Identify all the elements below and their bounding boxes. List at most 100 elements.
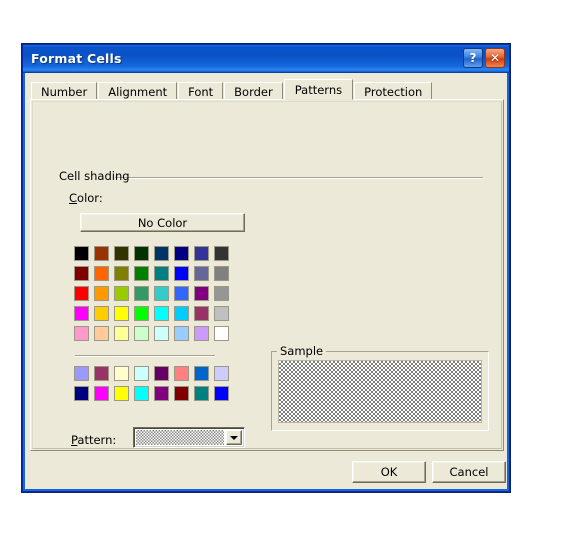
tab-number[interactable]: Number	[31, 82, 98, 100]
color-cell[interactable]	[111, 283, 131, 303]
color-swatch-r3c6[interactable]	[173, 285, 189, 301]
color-cell[interactable]	[211, 263, 231, 283]
color-cell[interactable]	[211, 303, 231, 323]
color-cell[interactable]	[171, 263, 191, 283]
color-cell[interactable]	[131, 323, 151, 343]
custom-color-cell[interactable]	[191, 383, 211, 403]
color-swatch-r3c4[interactable]	[133, 285, 149, 301]
tab-protection[interactable]: Protection	[354, 82, 433, 100]
color-cell[interactable]	[111, 243, 131, 263]
custom-color-swatch-r2c4[interactable]	[133, 385, 149, 401]
color-swatch-r4c5[interactable]	[153, 305, 169, 321]
color-swatch-r3c3[interactable]	[113, 285, 129, 301]
tab-font[interactable]: Font	[178, 82, 224, 100]
color-cell[interactable]	[131, 303, 151, 323]
color-swatch-r4c2[interactable]	[93, 305, 109, 321]
color-cell[interactable]	[111, 303, 131, 323]
color-swatch-r5c5[interactable]	[153, 325, 169, 341]
color-swatch-r5c6[interactable]	[173, 325, 189, 341]
color-cell[interactable]	[71, 263, 91, 283]
color-swatch-r2c8[interactable]	[213, 265, 229, 281]
custom-color-cell[interactable]	[91, 383, 111, 403]
custom-color-cell[interactable]	[131, 383, 151, 403]
color-cell[interactable]	[71, 323, 91, 343]
color-swatch-r1c1[interactable]	[73, 245, 89, 261]
color-swatch-r5c7[interactable]	[193, 325, 209, 341]
custom-color-cell[interactable]	[111, 363, 131, 383]
color-swatch-r2c1[interactable]	[73, 265, 89, 281]
color-cell[interactable]	[171, 323, 191, 343]
color-swatch-r4c4[interactable]	[133, 305, 149, 321]
color-swatch-r2c2[interactable]	[93, 265, 109, 281]
custom-color-swatch-r1c7[interactable]	[193, 365, 209, 381]
color-swatch-r4c1[interactable]	[73, 305, 89, 321]
custom-color-cell[interactable]	[171, 383, 191, 403]
custom-color-cell[interactable]	[211, 363, 231, 383]
custom-color-cell[interactable]	[71, 383, 91, 403]
color-cell[interactable]	[71, 243, 91, 263]
color-swatch-r2c4[interactable]	[133, 265, 149, 281]
custom-color-swatch-r1c8[interactable]	[213, 365, 229, 381]
color-cell[interactable]	[71, 303, 91, 323]
color-swatch-r2c6[interactable]	[173, 265, 189, 281]
color-swatch-r4c8[interactable]	[213, 305, 229, 321]
color-swatch-r3c8[interactable]	[213, 285, 229, 301]
color-swatch-r5c1[interactable]	[73, 325, 89, 341]
tab-alignment[interactable]: Alignment	[98, 82, 178, 100]
color-cell[interactable]	[111, 263, 131, 283]
custom-color-swatch-r2c3[interactable]	[113, 385, 129, 401]
color-cell[interactable]	[191, 303, 211, 323]
color-cell[interactable]	[91, 263, 111, 283]
color-swatch-r5c2[interactable]	[93, 325, 109, 341]
color-swatch-r3c1[interactable]	[73, 285, 89, 301]
color-swatch-r5c8[interactable]	[213, 325, 229, 341]
color-swatch-r4c6[interactable]	[173, 305, 189, 321]
custom-color-swatch-r1c2[interactable]	[93, 365, 109, 381]
cancel-button[interactable]: Cancel	[432, 461, 506, 483]
custom-color-swatch-r2c2[interactable]	[93, 385, 109, 401]
custom-color-swatch-r1c4[interactable]	[133, 365, 149, 381]
close-icon[interactable]: ✕	[485, 48, 505, 68]
custom-color-cell[interactable]	[111, 383, 131, 403]
color-cell[interactable]	[191, 263, 211, 283]
color-swatch-r4c3[interactable]	[113, 305, 129, 321]
color-swatch-r1c6[interactable]	[173, 245, 189, 261]
color-swatch-r2c5[interactable]	[153, 265, 169, 281]
custom-color-swatch-r2c7[interactable]	[193, 385, 209, 401]
custom-color-cell[interactable]	[211, 383, 231, 403]
tab-border[interactable]: Border	[224, 82, 283, 100]
color-swatch-r1c7[interactable]	[193, 245, 209, 261]
color-palette-main[interactable]	[71, 243, 231, 343]
custom-color-swatch-r1c6[interactable]	[173, 365, 189, 381]
color-cell[interactable]	[151, 303, 171, 323]
color-cell[interactable]	[91, 243, 111, 263]
color-cell[interactable]	[171, 303, 191, 323]
custom-color-swatch-r2c5[interactable]	[153, 385, 169, 401]
color-cell[interactable]	[131, 243, 151, 263]
color-cell[interactable]	[91, 323, 111, 343]
color-cell[interactable]	[211, 323, 231, 343]
color-swatch-r3c7[interactable]	[193, 285, 209, 301]
help-icon[interactable]: ?	[463, 48, 483, 68]
color-cell[interactable]	[171, 243, 191, 263]
color-cell[interactable]	[151, 243, 171, 263]
color-swatch-r2c7[interactable]	[193, 265, 209, 281]
custom-color-swatch-r2c6[interactable]	[173, 385, 189, 401]
custom-color-cell[interactable]	[171, 363, 191, 383]
color-cell[interactable]	[191, 243, 211, 263]
color-cell[interactable]	[171, 283, 191, 303]
custom-color-cell[interactable]	[151, 363, 171, 383]
color-swatch-r1c8[interactable]	[213, 245, 229, 261]
custom-color-swatch-r2c1[interactable]	[73, 385, 89, 401]
dialog-titlebar[interactable]: Format Cells ? ✕	[23, 45, 509, 73]
color-swatch-r2c3[interactable]	[113, 265, 129, 281]
color-swatch-r4c7[interactable]	[193, 305, 209, 321]
color-cell[interactable]	[111, 323, 131, 343]
color-cell[interactable]	[211, 283, 231, 303]
color-cell[interactable]	[191, 283, 211, 303]
color-cell[interactable]	[151, 263, 171, 283]
custom-color-swatch-r1c3[interactable]	[113, 365, 129, 381]
ok-button[interactable]: OK	[352, 461, 426, 483]
color-swatch-r5c4[interactable]	[133, 325, 149, 341]
color-palette-custom[interactable]	[71, 363, 231, 403]
